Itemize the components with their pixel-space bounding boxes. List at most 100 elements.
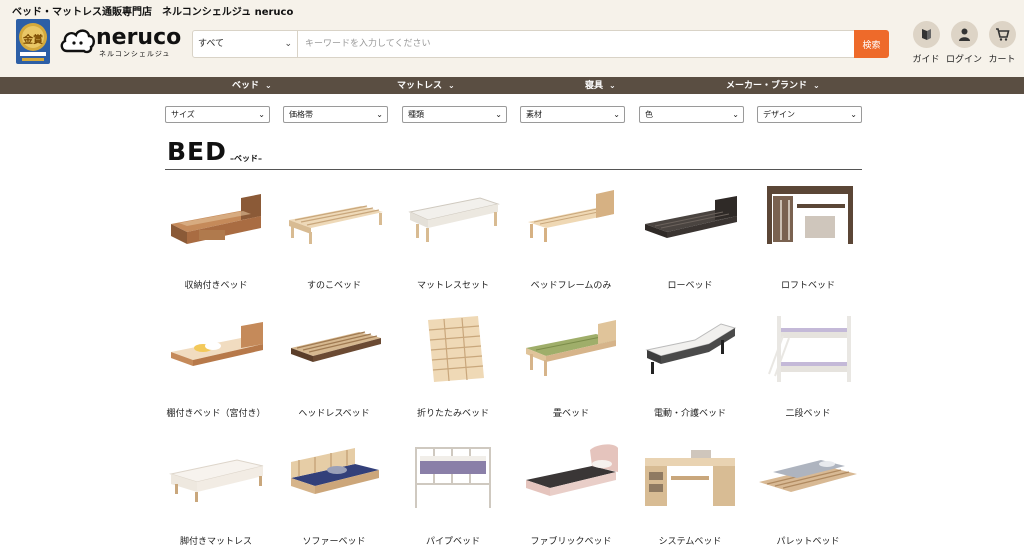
- cloud-logo-icon: [60, 29, 95, 54]
- folding-bed-icon: [428, 316, 484, 382]
- site-header: ベッド・マットレス通販専門店 ネルコンシェルジュ neruco 金賞 neruc…: [0, 0, 1024, 77]
- product-name: ファブリックベッド: [530, 537, 612, 547]
- system-bed-icon: [645, 450, 735, 506]
- site-logo[interactable]: neruco ネルコンシェルジュ: [59, 25, 182, 61]
- filter-label: サイズ: [171, 110, 195, 119]
- chevron-down-icon: ⌄: [495, 110, 502, 119]
- award-text: 金賞: [23, 35, 43, 46]
- product-bed-frame[interactable]: ベッドフレームのみ: [512, 186, 630, 304]
- product-name: ロフトベッド: [780, 281, 835, 291]
- guide-button[interactable]: ガイド: [905, 21, 947, 65]
- guide-label: ガイド: [912, 55, 940, 65]
- product-name: マットレスセット: [416, 281, 489, 291]
- award-badge-icon: 金賞: [14, 17, 52, 66]
- filter-color-select[interactable]: 色 ⌄: [639, 106, 744, 123]
- chevron-down-icon: ⌄: [258, 110, 265, 119]
- product-loft-bed[interactable]: ロフトベッド: [749, 186, 867, 304]
- login-button[interactable]: ログイン: [943, 21, 985, 65]
- nav-item-mattress[interactable]: マットレス ⌄: [397, 77, 455, 94]
- product-fabric-bed[interactable]: ファブリックベッド: [512, 442, 630, 560]
- product-name: 畳ベッド: [552, 409, 589, 419]
- bunk-bed-icon: [768, 316, 851, 382]
- filter-label: 価格帯: [289, 110, 313, 119]
- product-shelf-bed[interactable]: 棚付きベッド（宮付き）: [157, 314, 275, 432]
- pallet-bed-icon: [759, 460, 857, 492]
- product-headless-bed[interactable]: ヘッドレスベッド: [275, 314, 393, 432]
- site-tagline: ベッド・マットレス通販専門店 ネルコンシェルジュ neruco: [12, 7, 294, 18]
- product-bunk-bed[interactable]: 二段ベッド: [749, 314, 867, 432]
- product-name: 脚付きマットレス: [179, 537, 252, 547]
- logo-wordmark: neruco: [96, 25, 182, 50]
- chevron-down-icon: ⌄: [609, 81, 616, 90]
- product-electric-bed[interactable]: 電動・介護ベッド: [631, 314, 749, 432]
- product-name: パレットベッド: [776, 537, 840, 547]
- search-category-select[interactable]: すべて ⌄: [193, 31, 298, 57]
- loft-bed-icon: [767, 186, 853, 244]
- cart-button[interactable]: カート: [981, 21, 1023, 65]
- search-button[interactable]: 検索: [854, 30, 889, 58]
- product-legged-mattress[interactable]: 脚付きマットレス: [157, 442, 275, 560]
- product-folding-bed[interactable]: 折りたたみベッド: [394, 314, 512, 432]
- product-pallet-bed[interactable]: パレットベッド: [749, 442, 867, 560]
- mattress-set-icon: [408, 197, 500, 242]
- user-icon: [950, 21, 978, 48]
- chevron-down-icon: ⌄: [613, 110, 620, 119]
- product-storage-bed[interactable]: 収納付きベッド: [157, 186, 275, 304]
- product-name: ヘッドレスベッド: [298, 409, 370, 419]
- chevron-down-icon: ⌄: [284, 39, 292, 49]
- chevron-down-icon: ⌄: [448, 81, 455, 90]
- chevron-down-icon: ⌄: [376, 110, 383, 119]
- product-name: ベッドフレームのみ: [530, 281, 612, 291]
- cart-icon: [988, 21, 1016, 48]
- chevron-down-icon: ⌄: [732, 110, 739, 119]
- nav-item-label: マットレス: [397, 81, 443, 91]
- nav-item-label: メーカー・ブランド: [726, 81, 808, 91]
- product-name: パイプベッド: [425, 537, 480, 547]
- nav-item-bed[interactable]: ベッド ⌄: [232, 77, 272, 94]
- chevron-down-icon: ⌄: [813, 81, 820, 90]
- login-label: ログイン: [945, 55, 982, 65]
- filter-label: 種類: [408, 110, 424, 119]
- legged-mattress-icon: [169, 459, 264, 502]
- filter-design-select[interactable]: デザイン ⌄: [757, 106, 862, 123]
- nav-item-brand[interactable]: メーカー・ブランド ⌄: [726, 77, 820, 94]
- storage-bed-icon: [171, 194, 261, 244]
- sofa-bed-icon: [291, 448, 379, 494]
- chevron-down-icon: ⌄: [265, 81, 272, 90]
- filter-label: デザイン: [763, 110, 795, 119]
- filter-material-select[interactable]: 素材 ⌄: [520, 106, 625, 123]
- nav-item-label: ベッド: [232, 81, 260, 91]
- filter-label: 素材: [526, 110, 542, 119]
- product-mattress-set[interactable]: マットレスセット: [394, 186, 512, 304]
- chevron-down-icon: ⌄: [850, 110, 857, 119]
- product-tatami-bed[interactable]: 畳ベッド: [512, 314, 630, 432]
- shelf-bed-icon: [171, 322, 263, 366]
- product-pipe-bed[interactable]: パイプベッド: [394, 442, 512, 560]
- tatami-bed-icon: [526, 320, 616, 376]
- cart-label: カート: [988, 55, 1016, 65]
- section-subtitle: –ベッド–: [230, 154, 262, 163]
- electric-bed-icon: [645, 323, 737, 374]
- nav-item-bedding[interactable]: 寝具 ⌄: [585, 77, 616, 94]
- filter-label: 色: [645, 110, 653, 119]
- product-name: 折りたたみベッド: [416, 409, 489, 419]
- product-sofa-bed[interactable]: ソファーベッド: [275, 442, 393, 560]
- product-name: 二段ベッド: [785, 409, 831, 419]
- product-name: ローベッド: [667, 281, 713, 291]
- product-system-bed[interactable]: システムベッド: [631, 442, 749, 560]
- headless-bed-icon: [291, 331, 381, 362]
- filter-price-select[interactable]: 価格帯 ⌄: [283, 106, 388, 123]
- category-nav: ベッド ⌄ マットレス ⌄ 寝具 ⌄ メーカー・ブランド ⌄: [0, 77, 1024, 94]
- pipe-bed-icon: [415, 447, 491, 508]
- search-category-value: すべて: [198, 39, 225, 49]
- product-name: 棚付きベッド（宮付き）: [166, 409, 266, 419]
- product-low-bed[interactable]: ローベッド: [631, 186, 749, 304]
- product-name: 収納付きベッド: [184, 281, 248, 291]
- search-input[interactable]: [299, 31, 855, 57]
- fabric-bed-icon: [526, 444, 618, 496]
- product-slatted-bed[interactable]: すのこベッド: [275, 186, 393, 304]
- low-bed-icon: [645, 196, 737, 238]
- filter-size-select[interactable]: サイズ ⌄: [165, 106, 270, 123]
- filter-type-select[interactable]: 種類 ⌄: [402, 106, 507, 123]
- section-title: BED: [167, 137, 227, 166]
